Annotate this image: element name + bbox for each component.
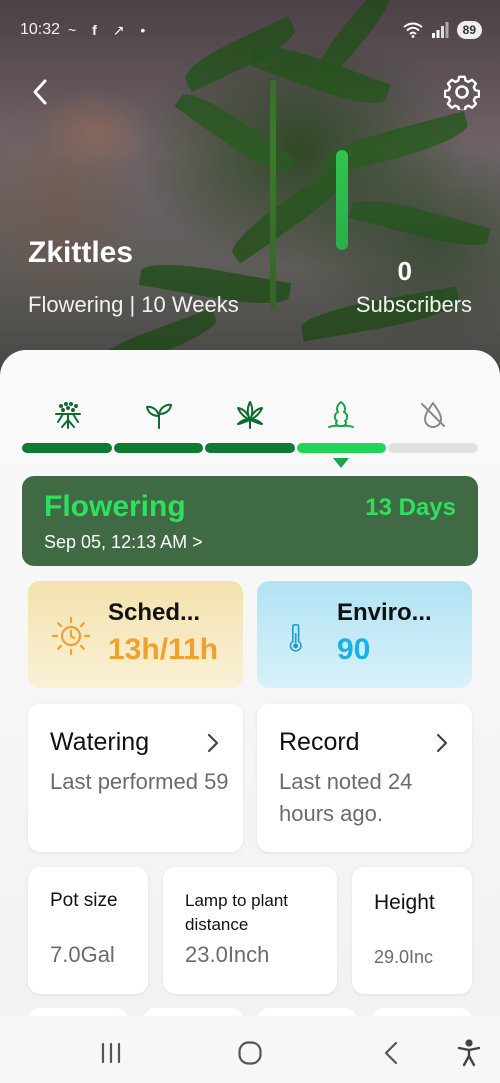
home-button[interactable] — [235, 1038, 265, 1068]
progress-segment-completed — [22, 443, 112, 453]
trend-icon: ↗ — [112, 21, 131, 38]
dot-icon: • — [140, 21, 152, 38]
harvest-disabled-icon — [420, 402, 445, 428]
notification-icon: ~ — [68, 21, 83, 38]
growth-stage-selector — [22, 400, 478, 430]
sun-icon — [51, 616, 91, 656]
flowering-bud-icon — [328, 401, 355, 428]
stage-germination[interactable] — [22, 400, 113, 430]
subscribers-label[interactable]: Subscribers — [356, 292, 472, 318]
stage-vegetative[interactable] — [205, 400, 296, 430]
settings-button[interactable] — [443, 74, 481, 112]
watering-description: Last performed 59 — [50, 769, 229, 794]
lamp-distance-label: Lamp to plant distance — [185, 891, 289, 934]
record-title: Record — [279, 728, 360, 756]
schedule-tile[interactable]: Sched... 13h/11h — [28, 581, 243, 688]
progress-segment-completed — [205, 443, 295, 453]
facebook-icon: f — [92, 21, 103, 38]
seedling-icon — [145, 403, 172, 429]
system-navigation-bar — [0, 1016, 500, 1083]
back-button[interactable] — [22, 74, 58, 110]
record-card[interactable]: Record Last noted 24 hours ago. — [257, 704, 472, 852]
progress-segment-current — [296, 443, 387, 453]
thermometer-icon — [289, 624, 302, 652]
current-stage-card[interactable]: Flowering 13 Days Sep 05, 12:13 AM > — [22, 476, 478, 566]
environment-value: 90 — [337, 633, 371, 666]
environment-tile[interactable]: Enviro... 90 — [257, 581, 472, 688]
pot-size-card[interactable]: Pot size 7.0Gal — [28, 867, 148, 994]
stage-seedling[interactable] — [113, 400, 204, 430]
record-description: Last noted 24 hours ago. — [279, 769, 413, 826]
back-arrow-icon — [384, 1041, 398, 1065]
signal-icon — [431, 22, 449, 38]
lamp-distance-card[interactable]: Lamp to plant distance 23.0Inch — [163, 867, 337, 994]
roots-icon — [54, 402, 81, 429]
pot-size-value: 7.0Gal — [50, 942, 115, 967]
battery-indicator: 89 — [456, 21, 482, 39]
stage-days: 13 Days — [365, 494, 456, 521]
notification-icons: ~ f ↗ • — [68, 22, 151, 39]
recent-apps-button[interactable] — [96, 1038, 126, 1068]
system-back-button[interactable] — [376, 1038, 406, 1068]
stage-harvest[interactable] — [387, 400, 478, 430]
plant-stage-duration: Flowering | 10 Weeks — [28, 292, 239, 317]
progress-segment-completed — [113, 443, 204, 453]
gear-icon — [443, 75, 481, 112]
height-card[interactable]: Height 29.0Inc — [352, 867, 472, 994]
pot-size-label: Pot size — [50, 890, 118, 911]
wifi-icon — [403, 22, 423, 38]
stage-start-date[interactable]: Sep 05, 12:13 AM > — [44, 532, 203, 553]
environment-label: Enviro... — [337, 599, 432, 626]
accessibility-button[interactable] — [454, 1038, 484, 1068]
accessibility-icon — [457, 1039, 481, 1067]
plant-name: Zkittles — [28, 236, 134, 269]
status-time: 10:32 — [20, 21, 61, 38]
subscribers-count[interactable]: 0 — [398, 256, 412, 287]
current-stage-indicator — [333, 458, 349, 468]
chevron-left-icon — [33, 79, 47, 105]
stage-title: Flowering — [44, 490, 186, 523]
chevron-right-icon — [207, 733, 219, 753]
schedule-value: 13h/11h — [108, 633, 219, 666]
recent-apps-icon — [101, 1042, 121, 1064]
stage-progress-bar — [22, 443, 478, 453]
vegetative-leaf-icon — [237, 401, 263, 429]
progress-segment-pending — [388, 443, 478, 453]
watering-card[interactable]: Watering Last performed 59 — [28, 704, 243, 852]
schedule-label: Sched... — [108, 599, 201, 626]
height-value: 29.0Inc — [374, 947, 434, 967]
lamp-distance-value: 23.0Inch — [185, 942, 270, 967]
home-icon — [238, 1041, 262, 1065]
stage-flowering[interactable] — [296, 400, 387, 430]
status-bar: 10:32 ~ f ↗ • 89 — [20, 18, 482, 42]
chevron-right-icon — [436, 733, 448, 753]
watering-title: Watering — [50, 728, 150, 756]
plant-cover-photo — [0, 0, 500, 380]
height-label: Height — [374, 891, 435, 914]
